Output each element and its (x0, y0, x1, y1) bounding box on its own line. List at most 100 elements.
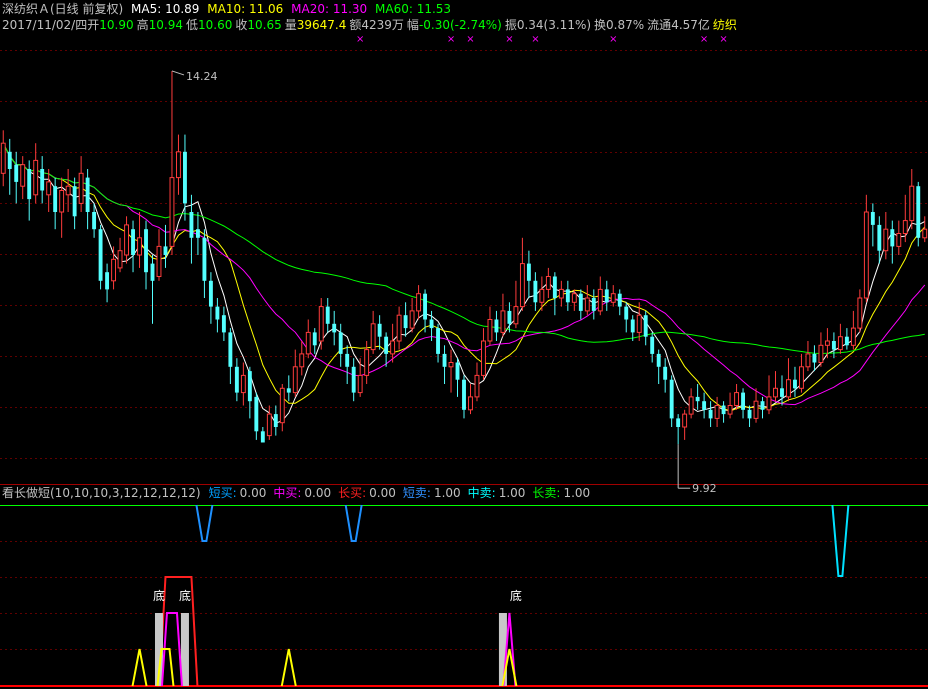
candle-body-down (656, 353, 661, 367)
candle-body-up (176, 151, 181, 179)
candle-body-up (396, 314, 402, 342)
candle-body-down (578, 293, 583, 311)
indicator-label: 长买: (338, 486, 367, 500)
high-price-label: 14.24 (186, 70, 218, 83)
indicator-value: 1.00 (563, 486, 591, 500)
candle-body-down (890, 229, 895, 247)
candle-body-down (423, 293, 428, 320)
candle-body-down (494, 319, 499, 333)
candle-body-up (474, 374, 480, 398)
candle-body-up (78, 172, 84, 204)
ma60-label: MA60: 11.53 (375, 2, 452, 16)
candle-body-down (870, 212, 875, 225)
candle-body-up (786, 379, 791, 398)
quote-label: 额 (349, 18, 362, 32)
candle-body-up (682, 413, 688, 428)
ma10-label: MA10: 11.06 (207, 2, 284, 16)
candle-body-up (610, 293, 616, 303)
event-marker: × (505, 34, 513, 45)
candle-body-down (630, 319, 635, 333)
candle-body-up (65, 185, 71, 196)
candle-body-up (370, 323, 376, 351)
candle-body-down (617, 293, 622, 307)
candle-body-up (279, 387, 285, 424)
quote-value: 39647.4 (296, 18, 347, 32)
candle-body-down (14, 164, 19, 182)
candle-body-down (105, 272, 110, 290)
candle-body-down (163, 246, 168, 255)
indicator-value: 0.00 (239, 486, 267, 500)
ma-legend: 深纺织Ａ(日线 前复权) MA5: 10.89 MA10: 11.06 MA20… (2, 1, 455, 17)
candle-body-up (824, 340, 830, 346)
indicator-value: 1.00 (498, 486, 526, 500)
ma20-label: MA20: 11.30 (291, 2, 368, 16)
candle-body-up (305, 331, 311, 355)
sell-signal (831, 504, 850, 577)
quote-label: 流通 (647, 18, 672, 32)
candle-body-down (183, 151, 187, 204)
candle-body-up (111, 258, 117, 282)
candle-body-down (780, 388, 784, 397)
quote-label: 收 (235, 18, 248, 32)
candle-body-up (266, 413, 272, 437)
candlestick-panel[interactable]: 14.249.92× × × × × × × ×底底底 (0, 0, 928, 689)
sell-signal (344, 504, 363, 542)
candle-body-down (760, 401, 765, 410)
candle-body-down (676, 418, 681, 427)
candle-body-down (273, 414, 278, 427)
candle-body-up (390, 340, 396, 355)
candle-body-down (312, 332, 317, 346)
candle-body-down (552, 276, 557, 298)
candle-body-down (72, 186, 77, 217)
quote-value: 0.87% (606, 18, 645, 32)
candle-body-up (688, 396, 694, 415)
candle-body-up (357, 374, 363, 394)
candle-body-down (131, 229, 135, 255)
candle-body-down (604, 289, 609, 303)
quote-bar: 2017/11/02/四开10.90 高10.94 低10.60 收10.65 量396… (2, 17, 744, 33)
quote-label: 开 (87, 18, 100, 32)
ma5-label: MA5: 10.89 (131, 2, 200, 16)
candle-body-down (429, 319, 434, 329)
candle-body-up (519, 263, 525, 308)
candle-body-down (98, 229, 103, 281)
candle-body-up (773, 387, 778, 398)
quote-value: -0.30(-2.74%) (418, 18, 502, 32)
candle-body-down (442, 353, 447, 367)
candle-body-up (850, 327, 856, 346)
event-marker: × (700, 34, 708, 45)
candle-body-up (0, 142, 6, 174)
candle-body-down (643, 315, 648, 337)
candle-body-down (436, 328, 440, 354)
indicator-label: 短买: (208, 486, 237, 500)
quote-value: 纺织 (712, 18, 737, 32)
quote-value: 4.57亿 (671, 18, 710, 32)
ma20-line (2, 142, 926, 406)
candle-body-down (384, 336, 389, 354)
sell-signal (195, 504, 214, 542)
candle-body-down (332, 323, 337, 333)
candle-body-down (221, 315, 226, 333)
candle-body-down (92, 212, 97, 230)
candle-body-down (53, 186, 58, 212)
candle-body-down (669, 379, 674, 419)
candle-body-down (403, 315, 408, 329)
candle-body-down (27, 169, 32, 200)
candle-body-up (545, 276, 551, 290)
candle-body-up (571, 293, 577, 303)
event-marker: × (466, 34, 474, 45)
candle-body-down (234, 366, 239, 393)
candle-body-up (539, 288, 545, 303)
candle-body-up (487, 319, 493, 342)
candle-body-down (591, 298, 596, 311)
quote-label: 换 (594, 18, 607, 32)
quote-date: 2017/11/02/四 (2, 18, 88, 32)
candle-body-down (565, 289, 570, 303)
candle-body-down (260, 431, 265, 443)
quote-label: 低 (185, 18, 198, 32)
candle-body-up (558, 288, 564, 299)
short-buy-signal (280, 648, 297, 687)
candle-body-up (364, 349, 370, 376)
bottom-label: 底 (179, 588, 191, 603)
event-marker: × (609, 34, 617, 45)
